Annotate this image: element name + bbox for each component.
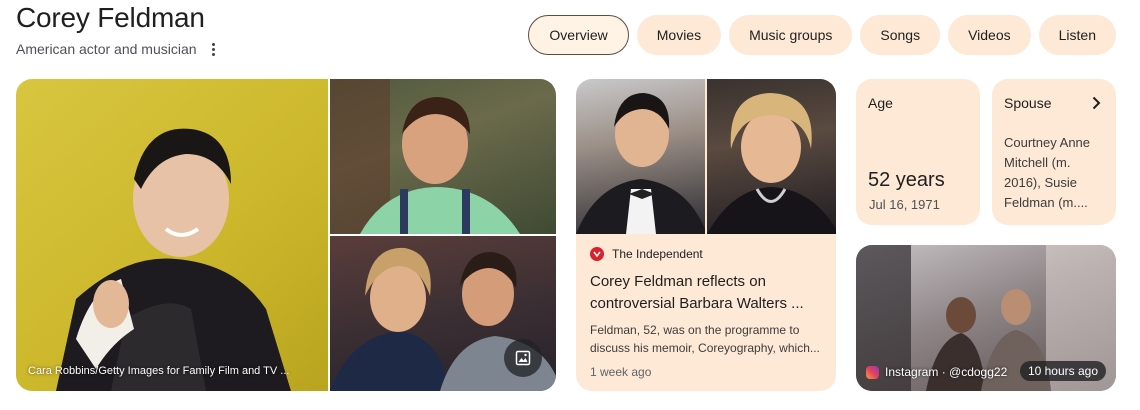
birth-date: Jul 16, 1971 (869, 197, 940, 212)
publisher-logo-icon (590, 247, 604, 261)
news-source-row: The Independent (590, 247, 822, 261)
image-gallery-button[interactable] (504, 339, 542, 377)
news-photo-right (707, 79, 836, 234)
photo-top-right[interactable] (330, 79, 556, 234)
photo-credit: Cara Robbins/Getty Images for Family Fil… (28, 365, 290, 377)
photo-grid: Cara Robbins/Getty Images for Family Fil… (16, 79, 556, 391)
photo-illustration (576, 93, 705, 234)
news-card[interactable]: The Independent Corey Feldman reflects o… (576, 79, 836, 391)
news-time: 1 week ago (590, 365, 652, 379)
news-photo-left (576, 79, 705, 234)
tab-overview[interactable]: Overview (528, 15, 629, 55)
age-value: 52 years (868, 169, 945, 191)
chevron-right-icon[interactable] (1088, 95, 1104, 111)
more-options-icon[interactable] (207, 40, 221, 58)
age-card[interactable]: Age 52 years Jul 16, 1971 (856, 79, 980, 225)
tab-songs[interactable]: Songs (860, 15, 941, 55)
spouse-card[interactable]: Spouse Courtney Anne Mitchell (m. 2016),… (992, 79, 1116, 225)
portrait-illustration (56, 128, 291, 391)
entity-description: American actor and musician (16, 41, 197, 57)
tab-listen[interactable]: Listen (1038, 15, 1116, 55)
photo-illustration (330, 79, 520, 234)
tab-videos[interactable]: Videos (948, 15, 1031, 55)
social-source: Instagram · @cdogg22 (866, 365, 1007, 379)
news-snippet: Feldman, 52, was on the programme to dis… (590, 323, 820, 355)
news-thumbnail (576, 79, 836, 234)
social-post-card[interactable]: Instagram · @cdogg22 10 hours ago (856, 245, 1116, 391)
news-headline[interactable]: Corey Feldman reflects on controversial … (590, 271, 822, 315)
spouse-label: Spouse (1004, 95, 1052, 111)
tab-music-groups[interactable]: Music groups (729, 15, 853, 55)
main-photo[interactable]: Cara Robbins/Getty Images for Family Fil… (16, 79, 328, 391)
tab-bar: Overview Movies Music groups Songs Video… (528, 15, 1116, 55)
social-handle: Instagram · @cdogg22 (885, 365, 1008, 379)
photo-bottom-right[interactable] (330, 236, 556, 391)
image-icon (515, 350, 531, 366)
entity-title: Corey Feldman (16, 2, 205, 33)
spouse-value: Courtney Anne Mitchell (m. 2016), Susie … (1004, 135, 1091, 210)
subtitle-row: American actor and musician (16, 40, 221, 58)
social-time: 10 hours ago (1019, 361, 1106, 381)
tab-movies[interactable]: Movies (636, 15, 722, 55)
news-source: The Independent (612, 247, 703, 261)
instagram-icon (866, 365, 879, 379)
news-body: The Independent Corey Feldman reflects o… (590, 247, 822, 379)
photo-illustration (707, 93, 836, 234)
age-label: Age (868, 95, 893, 111)
